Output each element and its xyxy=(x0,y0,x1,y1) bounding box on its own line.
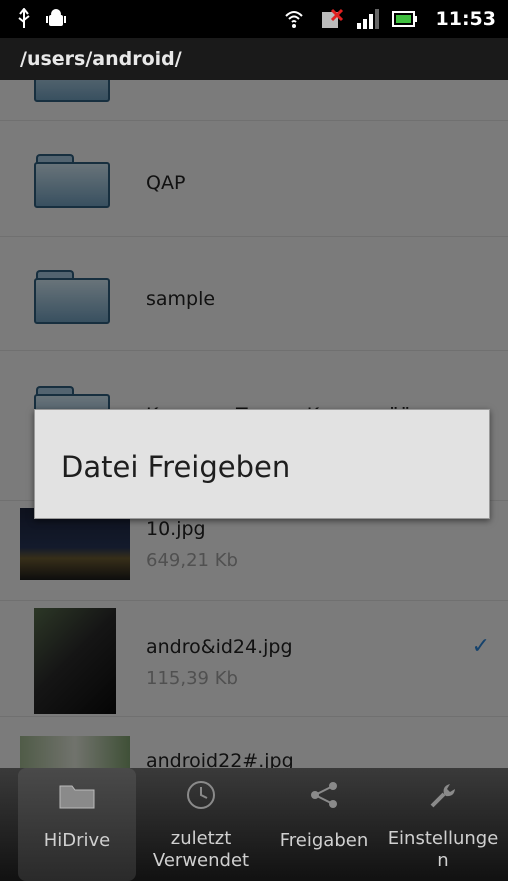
battery-icon xyxy=(392,8,418,34)
current-path: /users/android/ xyxy=(20,48,182,70)
clock-icon xyxy=(186,780,216,817)
status-bar: 11:53 xyxy=(0,0,508,38)
nav-shares[interactable]: Freigaben xyxy=(266,768,382,881)
folder-icon xyxy=(58,780,96,817)
wifi-icon xyxy=(284,8,304,34)
nav-label: HiDrive xyxy=(43,830,111,851)
context-dialog: Datei Freigeben xyxy=(34,409,490,519)
nav-hidrive[interactable]: HiDrive xyxy=(18,768,136,881)
clock-time: 11:53 xyxy=(435,8,496,30)
nav-label: zuletzt Verwendet xyxy=(152,828,250,871)
nav-recently-used[interactable]: zuletzt Verwendet xyxy=(136,768,266,881)
no-sim-icon xyxy=(320,8,344,34)
path-bar: /users/android/ xyxy=(0,38,508,81)
nav-settings[interactable]: Einstellungen xyxy=(382,768,504,881)
usb-icon xyxy=(16,7,32,34)
bottom-navigation: HiDrive zuletzt Verwendet Freigaben Eins… xyxy=(0,768,508,881)
share-icon xyxy=(309,780,339,817)
android-debug-icon xyxy=(46,8,66,34)
signal-icon xyxy=(356,8,380,34)
menu-item-label: Datei Freigeben xyxy=(61,450,291,484)
wrench-icon xyxy=(428,780,458,817)
share-file-menu-item[interactable]: Datei Freigeben xyxy=(35,410,489,518)
nav-label: Freigaben xyxy=(279,830,369,851)
nav-label: Einstellungen xyxy=(387,828,499,871)
